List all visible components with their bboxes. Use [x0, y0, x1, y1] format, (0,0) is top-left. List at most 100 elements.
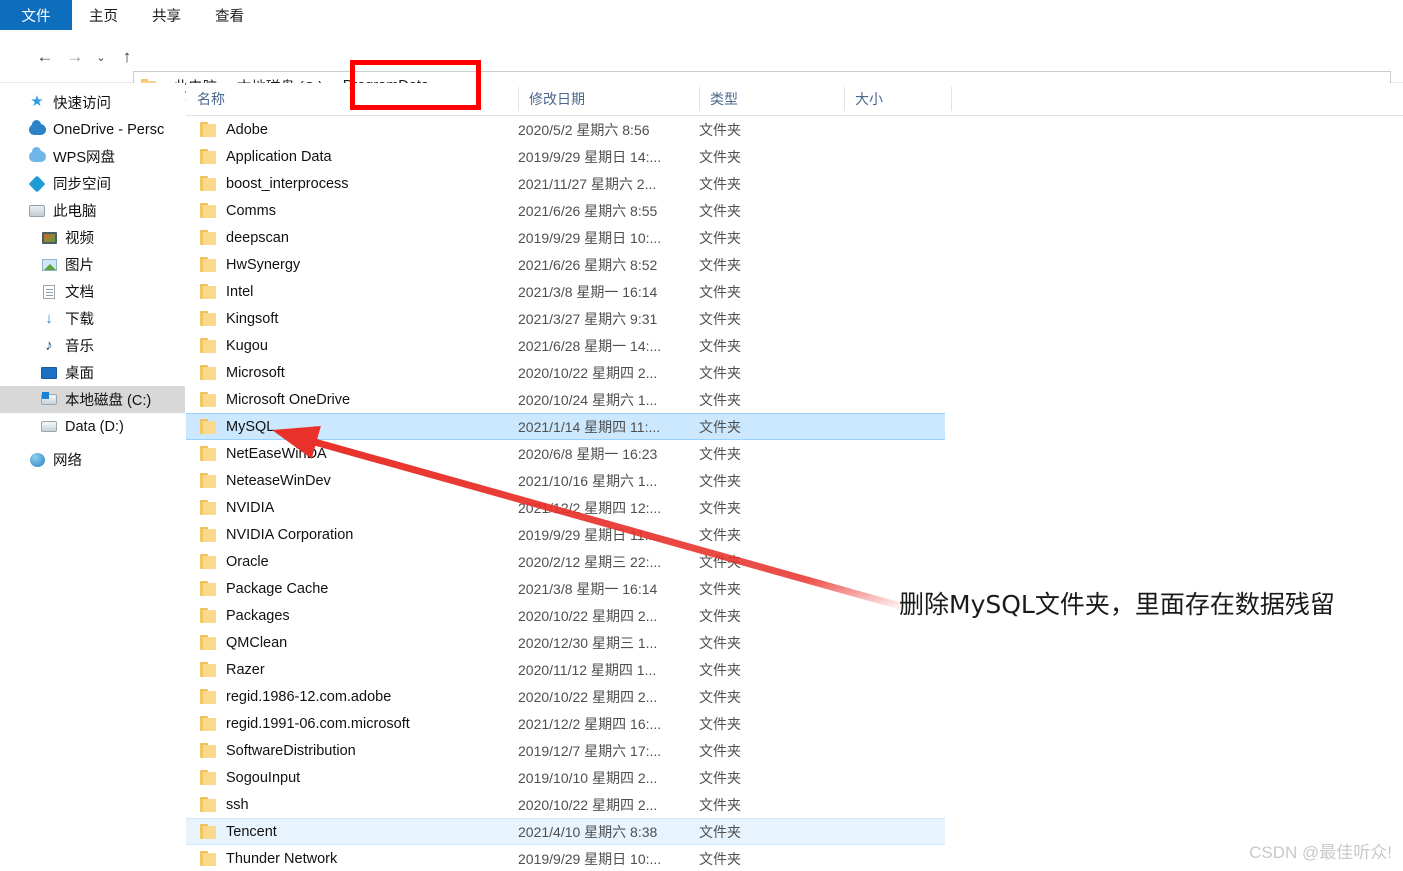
file-name-cell: Package Cache	[186, 581, 328, 597]
sidebar-item-data-d[interactable]: Data (D:)	[0, 413, 185, 440]
file-date-cell: 2021/3/8 星期一 16:14	[518, 283, 658, 300]
picture-icon	[40, 256, 58, 274]
table-row[interactable]: HwSynergy 2021/6/26 星期六 8:52 文件夹	[186, 251, 1403, 278]
file-type-cell: 文件夹	[699, 337, 741, 354]
folder-icon	[200, 230, 217, 245]
navigation-pane[interactable]: ★ 快速访问 OneDrive - Persc WPS网盘 同步空间 此电脑 视…	[0, 83, 185, 871]
sidebar-item-music[interactable]: ♪ 音乐	[0, 332, 185, 359]
forward-icon[interactable]: →	[60, 43, 90, 71]
table-row[interactable]: Oracle 2020/2/12 星期三 22:... 文件夹	[186, 548, 1403, 575]
table-row[interactable]: SoftwareDistribution 2019/12/7 星期六 17:...…	[186, 737, 1403, 764]
table-row[interactable]: Application Data 2019/9/29 星期日 14:... 文件夹	[186, 143, 1403, 170]
nav-button-group: ← → ⌄ ↑	[30, 43, 142, 71]
pc-icon	[28, 202, 46, 220]
file-date-cell: 2019/10/10 星期四 2...	[518, 769, 658, 786]
file-name-label: Thunder Network	[226, 850, 338, 867]
table-row[interactable]: regid.1986-12.com.adobe 2020/10/22 星期四 2.…	[186, 683, 1403, 710]
table-row[interactable]: deepscan 2019/9/29 星期日 10:... 文件夹	[186, 224, 1403, 251]
ribbon-tab-view[interactable]: 查看	[198, 0, 261, 30]
ribbon-tab-home[interactable]: 主页	[72, 0, 135, 30]
table-row[interactable]: NVIDIA Corporation 2019/9/29 星期日 11:... 文件…	[186, 521, 1403, 548]
table-row[interactable]: Comms 2021/6/26 星期六 8:55 文件夹	[186, 197, 1403, 224]
table-row[interactable]: Intel 2021/3/8 星期一 16:14 文件夹	[186, 278, 1403, 305]
table-row[interactable]: NetEaseWinDA 2020/6/8 星期一 16:23 文件夹	[186, 440, 1403, 467]
sidebar-item-videos[interactable]: 视频	[0, 224, 185, 251]
file-name-label: Oracle	[226, 553, 269, 570]
cloud-light-icon	[28, 147, 46, 166]
recent-locations-chevron-down-icon[interactable]: ⌄	[90, 43, 112, 71]
desktop-icon	[40, 364, 58, 382]
file-date-cell: 2020/10/22 星期四 2...	[518, 607, 658, 624]
table-row[interactable]: Kingsoft 2021/3/27 星期六 9:31 文件夹	[186, 305, 1403, 332]
sidebar-item-onedrive[interactable]: OneDrive - Persc	[0, 116, 185, 143]
table-row[interactable]: NVIDIA 2021/12/2 星期四 12:... 文件夹	[186, 494, 1403, 521]
file-type-cell: 文件夹	[699, 634, 741, 651]
sidebar-item-pictures[interactable]: 图片	[0, 251, 185, 278]
folder-icon	[200, 419, 217, 434]
table-row[interactable]: Microsoft 2020/10/22 星期四 2... 文件夹	[186, 359, 1403, 386]
file-type-cell: 文件夹	[699, 148, 741, 165]
table-row[interactable]: SogouInput 2019/10/10 星期四 2... 文件夹	[186, 764, 1403, 791]
folder-icon	[200, 743, 217, 758]
table-row[interactable]: NeteaseWinDev 2021/10/16 星期六 1... 文件夹	[186, 467, 1403, 494]
file-name-label: NVIDIA Corporation	[226, 526, 354, 543]
file-date-cell: 2020/12/30 星期三 1...	[518, 634, 658, 651]
table-row[interactable]: QMClean 2020/12/30 星期三 1... 文件夹	[186, 629, 1403, 656]
folder-icon	[200, 689, 217, 704]
folder-icon	[200, 176, 217, 191]
file-name-cell: Kugou	[186, 338, 268, 354]
file-type-cell: 文件夹	[699, 283, 741, 300]
folder-icon	[200, 338, 217, 353]
file-name-label: Application Data	[226, 148, 332, 165]
table-row[interactable]: Package Cache 2021/3/8 星期一 16:14 文件夹	[186, 575, 1403, 602]
file-date-cell: 2021/3/27 星期六 9:31	[518, 310, 658, 327]
sidebar-item-documents[interactable]: 文档	[0, 278, 185, 305]
file-name-cell: Adobe	[186, 122, 268, 138]
sidebar-item-network[interactable]: 网络	[0, 446, 185, 473]
table-row[interactable]: Adobe 2020/5/2 星期六 8:56 文件夹	[186, 116, 1403, 143]
table-row[interactable]: regid.1991-06.com.microsoft 2021/12/2 星期四…	[186, 710, 1403, 737]
folder-icon	[200, 446, 217, 461]
column-header-date-modified[interactable]: 修改日期	[518, 83, 699, 115]
folder-icon	[200, 851, 217, 866]
file-name-cell: regid.1991-06.com.microsoft	[186, 716, 410, 732]
file-type-cell: 文件夹	[699, 229, 741, 246]
file-date-cell: 2020/2/12 星期三 22:...	[518, 553, 662, 570]
file-type-cell: 文件夹	[699, 769, 741, 786]
table-row[interactable]: Kugou 2021/6/28 星期一 14:... 文件夹	[186, 332, 1403, 359]
sidebar-item-local-disk-c[interactable]: 本地磁盘 (C:)	[0, 386, 185, 413]
sidebar-item-wps-cloud[interactable]: WPS网盘	[0, 143, 185, 170]
ribbon-tab-file[interactable]: 文件	[0, 0, 72, 30]
table-row[interactable]: Packages 2020/10/22 星期四 2... 文件夹	[186, 602, 1403, 629]
folder-icon	[200, 581, 217, 596]
file-date-cell: 2019/9/29 星期日 14:...	[518, 148, 662, 165]
file-name-label: HwSynergy	[226, 256, 301, 273]
file-type-cell: 文件夹	[699, 715, 741, 732]
table-row[interactable]: Thunder Network 2019/9/29 星期日 10:... 文件夹	[186, 845, 1403, 871]
table-row[interactable]: boost_interprocess 2021/11/27 星期六 2... 文件夹	[186, 170, 1403, 197]
document-icon	[40, 283, 58, 301]
table-row[interactable]: Razer 2020/11/12 星期四 1... 文件夹	[186, 656, 1403, 683]
column-header-size[interactable]: 大小	[844, 83, 951, 115]
table-row[interactable]: Microsoft OneDrive 2020/10/24 星期六 1... 文件夹	[186, 386, 1403, 413]
table-row[interactable]: MySQL 2021/1/14 星期四 11:... 文件夹	[186, 413, 945, 440]
file-name-label: NVIDIA	[226, 499, 275, 516]
table-row[interactable]: Tencent 2021/4/10 星期六 8:38 文件夹	[186, 818, 945, 845]
ribbon-tab-share[interactable]: 共享	[135, 0, 198, 30]
sidebar-item-downloads[interactable]: ↓ 下载	[0, 305, 185, 332]
file-type-cell: 文件夹	[699, 202, 741, 219]
file-date-cell: 2021/6/26 星期六 8:55	[518, 202, 658, 219]
folder-icon	[200, 716, 217, 731]
sidebar-item-desktop[interactable]: 桌面	[0, 359, 185, 386]
file-name-cell: Razer	[186, 662, 265, 678]
sidebar-item-label: 此电脑	[53, 204, 97, 220]
up-icon[interactable]: ↑	[112, 43, 142, 71]
file-list-pane[interactable]: 名称 ^ 修改日期 类型 大小 Adobe 2020/5/2 星期六 8:56 文件…	[186, 83, 1403, 871]
sidebar-item-this-pc[interactable]: 此电脑	[0, 197, 185, 224]
column-header-type[interactable]: 类型	[699, 83, 844, 115]
table-row[interactable]: ssh 2020/10/22 星期四 2... 文件夹	[186, 791, 1403, 818]
sidebar-item-quick-access[interactable]: ★ 快速访问	[0, 89, 185, 116]
file-name-cell: ssh	[186, 797, 249, 813]
back-icon[interactable]: ←	[30, 43, 60, 71]
sidebar-item-sync-space[interactable]: 同步空间	[0, 170, 185, 197]
